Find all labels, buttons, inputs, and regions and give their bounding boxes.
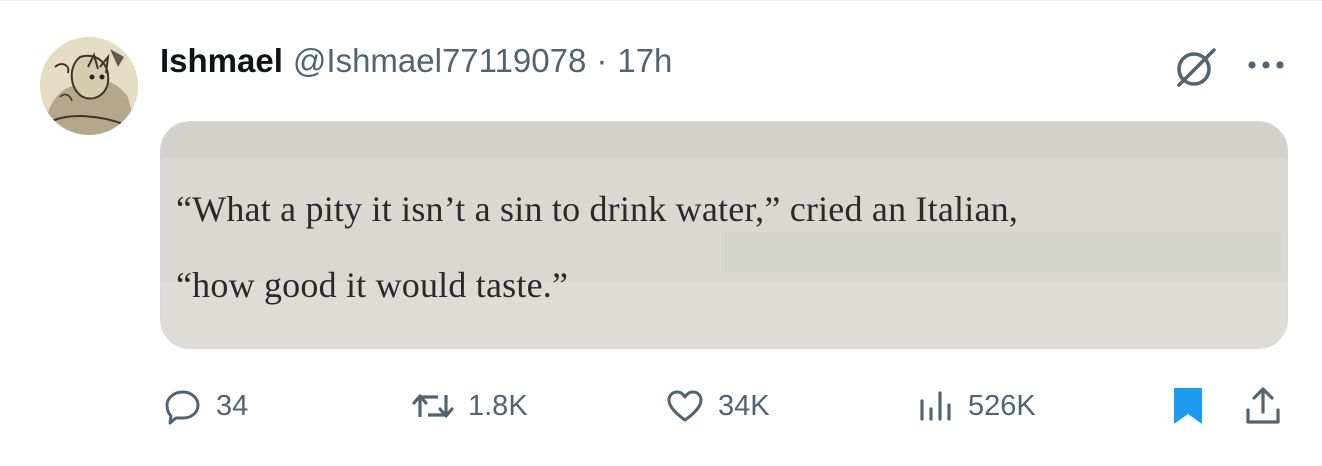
- avatar-illustration: [40, 37, 138, 135]
- share-upload-icon: [1246, 387, 1280, 424]
- tweet-header: Ishmael @Ishmael77119078 · 17h: [160, 39, 672, 83]
- quote-line-1: “What a pity it isn’t a sin to drink wat…: [176, 189, 1019, 229]
- user-handle[interactable]: @Ishmael77119078: [293, 42, 586, 80]
- photo-quote-text: “What a pity it isn’t a sin to drink wat…: [176, 171, 1276, 323]
- bookmark-button[interactable]: [1168, 381, 1208, 431]
- timestamp[interactable]: 17h: [617, 42, 672, 80]
- views-count: 526K: [968, 389, 1036, 422]
- heart-icon: [667, 390, 703, 422]
- avatar[interactable]: [40, 37, 138, 135]
- bar-chart-icon: [920, 391, 951, 421]
- grok-slash-circle-icon[interactable]: [1170, 41, 1222, 93]
- like-button[interactable]: 34K: [664, 381, 770, 431]
- like-count: 34K: [718, 389, 770, 422]
- separator-dot: ·: [596, 42, 608, 79]
- action-bar: 34 1.8K 34K 526K: [0, 381, 1322, 431]
- speech-bubble-icon: [165, 390, 200, 425]
- quote-line-2: “how good it would taste.”: [176, 265, 569, 305]
- views-button[interactable]: 526K: [916, 381, 1036, 431]
- display-name[interactable]: Ishmael: [160, 42, 283, 80]
- retweet-arrows-icon: [412, 394, 454, 418]
- bookmark-filled-icon: [1174, 388, 1202, 424]
- tweet-card[interactable]: Ishmael @Ishmael77119078 · 17h “What a p…: [0, 0, 1322, 466]
- repost-button[interactable]: 1.8K: [410, 381, 528, 431]
- repost-count: 1.8K: [468, 389, 528, 422]
- share-button[interactable]: [1242, 381, 1284, 431]
- reply-button[interactable]: 34: [162, 381, 248, 431]
- reply-count: 34: [216, 389, 249, 422]
- more-dots-icon[interactable]: [1243, 45, 1289, 85]
